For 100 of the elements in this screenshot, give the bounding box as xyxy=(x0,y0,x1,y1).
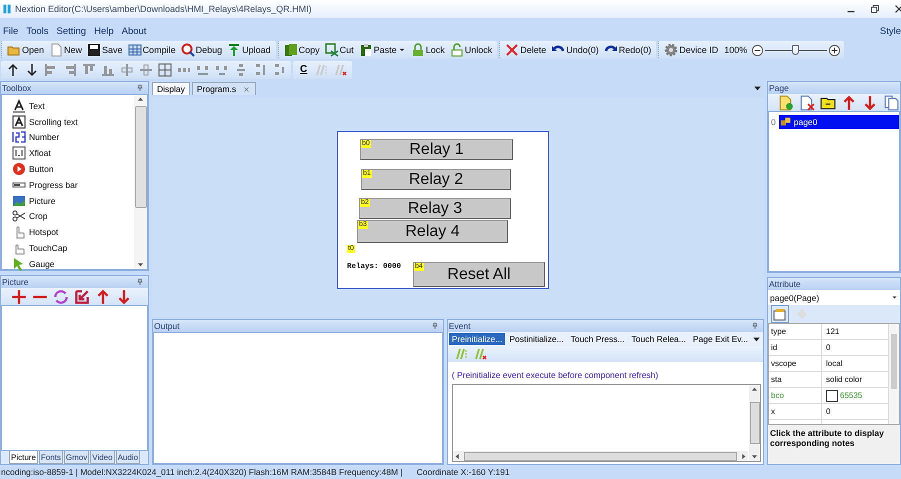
slider-thumb[interactable] xyxy=(792,44,800,54)
app-icon xyxy=(2,3,12,15)
toolbox-item[interactable]: Xfloat xyxy=(2,145,134,162)
tab[interactable]: Page Exit Ev... xyxy=(690,333,751,345)
toolbar-button[interactable]: Paste xyxy=(356,43,408,57)
align-icon[interactable] xyxy=(63,62,77,76)
menu-item[interactable]: Setting xyxy=(54,26,92,36)
toolbox-item[interactable]: Hotspot xyxy=(2,224,134,240)
attribute-value[interactable]: 0 xyxy=(826,343,830,352)
scroll-right-icon[interactable] xyxy=(739,452,748,460)
toolbar-button[interactable]: Lock xyxy=(408,43,447,57)
toolbar-button[interactable]: Undo(0) xyxy=(549,43,601,57)
toolbar-button[interactable]: Open xyxy=(5,43,46,57)
comment-button[interactable]: C xyxy=(298,64,310,75)
pin-icon[interactable] xyxy=(136,84,144,92)
tab[interactable]: Display xyxy=(152,82,190,95)
toolbar-button[interactable]: Compile xyxy=(126,43,178,57)
attribute-value[interactable]: local xyxy=(826,359,842,368)
font-icon xyxy=(12,98,26,113)
pin-icon[interactable] xyxy=(430,322,439,330)
toolbox-item[interactable]: TouchCap xyxy=(2,240,134,256)
toolbox-item[interactable]: Number xyxy=(2,130,134,146)
object-dropdown[interactable]: page0(Page) xyxy=(768,290,900,305)
gear-icon xyxy=(664,43,678,57)
toolbox-item[interactable]: Progress bar xyxy=(2,176,134,193)
toolbar-button[interactable]: Device ID xyxy=(662,43,720,57)
attribute-name: sta xyxy=(769,372,822,387)
copy-page-icon[interactable] xyxy=(883,94,899,110)
tab[interactable]: Touch Press... xyxy=(568,333,628,345)
arrow-down-icon[interactable] xyxy=(25,62,39,76)
pin-icon[interactable] xyxy=(751,322,759,330)
toolbar-button[interactable]: Upload xyxy=(225,43,273,57)
toolbar-button[interactable]: New xyxy=(47,43,84,57)
menu-item[interactable]: Style xyxy=(876,26,901,36)
align-icon[interactable] xyxy=(158,62,172,76)
scrollbar[interactable] xyxy=(749,385,760,461)
align-icon[interactable] xyxy=(82,62,96,76)
align-icon[interactable] xyxy=(272,62,286,76)
menu-item[interactable]: Tools xyxy=(23,26,54,36)
toolbox-item[interactable]: Picture xyxy=(2,192,134,209)
restore-icon[interactable] xyxy=(869,3,881,15)
attribute-value[interactable]: 121 xyxy=(826,327,840,336)
scrollbar[interactable] xyxy=(452,451,748,461)
tab[interactable]: Postinitialize... xyxy=(506,333,567,345)
tab[interactable]: Program.s xyxy=(192,82,256,95)
toolbox-item[interactable]: Gauge xyxy=(2,256,134,272)
tab[interactable]: Fonts xyxy=(38,451,63,464)
tab[interactable]: Gmov xyxy=(64,451,90,464)
toolbox-item[interactable]: Crop xyxy=(2,208,134,224)
menu-item[interactable]: About xyxy=(118,26,152,36)
align-icon[interactable] xyxy=(234,62,248,76)
scroll-down-icon[interactable] xyxy=(750,452,759,461)
align-icon[interactable] xyxy=(253,62,267,76)
tab[interactable]: Touch Relea... xyxy=(628,333,689,345)
properties-icon[interactable] xyxy=(773,307,787,321)
toolbar-button[interactable]: Debug xyxy=(178,43,224,57)
import-icon[interactable] xyxy=(74,288,90,304)
toolbox-item[interactable]: Scrolling text xyxy=(2,114,134,130)
floppy-icon xyxy=(87,43,102,57)
align-icon[interactable] xyxy=(120,62,134,76)
uncomment-icon[interactable] xyxy=(472,347,487,361)
refresh-icon[interactable] xyxy=(53,288,69,304)
code-editor[interactable] xyxy=(452,384,761,462)
toolbox-item[interactable]: Text xyxy=(2,98,134,114)
tab[interactable]: Picture xyxy=(9,451,38,464)
delete-page-icon[interactable] xyxy=(799,94,815,110)
arrow-up-icon[interactable] xyxy=(6,62,20,76)
add-page-icon[interactable] xyxy=(778,94,794,110)
dropdown-icon[interactable] xyxy=(752,334,761,344)
toolbar-button[interactable]: Redo(0) xyxy=(602,43,654,57)
menu-item[interactable]: Help xyxy=(91,26,119,36)
toolbox-item[interactable]: Button xyxy=(2,161,134,177)
upload-icon xyxy=(227,43,242,57)
pin-icon[interactable] xyxy=(136,278,144,286)
attribute-name: x xyxy=(769,404,822,419)
toolbar-button[interactable]: Save xyxy=(85,43,125,57)
page-item[interactable]: page0 xyxy=(778,115,899,129)
plus-icon[interactable] xyxy=(11,288,27,304)
panel-title: Page xyxy=(769,83,789,93)
scroll-down-icon[interactable] xyxy=(136,260,145,269)
scroll-up-icon[interactable] xyxy=(750,385,759,394)
attribute-value[interactable]: 0 xyxy=(826,407,830,416)
zoom-out-icon[interactable] xyxy=(751,44,764,56)
toolbar-button[interactable]: Copy xyxy=(282,43,322,57)
align-icon[interactable] xyxy=(44,62,58,76)
align-icon[interactable] xyxy=(139,62,153,76)
attribute-value[interactable]: solid color xyxy=(826,375,862,384)
tab[interactable]: Audio xyxy=(116,451,140,464)
toolbar-button[interactable]: Unlock xyxy=(448,43,494,57)
attribute-value[interactable]: 65535 xyxy=(840,391,862,400)
toolbar-button[interactable]: Cut xyxy=(322,43,356,57)
color-swatch[interactable] xyxy=(826,390,838,402)
zoom-in-icon[interactable] xyxy=(828,44,842,56)
uncomment-icon[interactable] xyxy=(333,62,348,76)
dropdown-icon[interactable] xyxy=(753,84,762,92)
menu-item[interactable]: File xyxy=(0,26,24,36)
tab[interactable]: Preinitialize... xyxy=(448,333,506,345)
toolbar-button[interactable]: Delete xyxy=(503,43,548,57)
scrollbar[interactable] xyxy=(134,95,147,269)
tab[interactable]: Video xyxy=(90,451,115,464)
